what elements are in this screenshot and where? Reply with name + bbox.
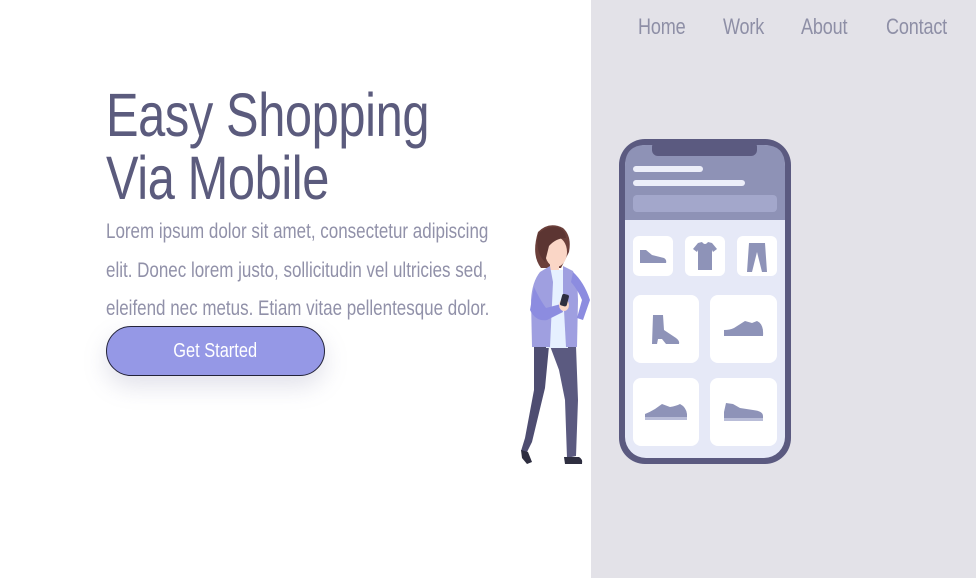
get-started-button[interactable]: Get Started [106, 326, 325, 376]
hero-title: Easy Shopping Via Mobile [106, 84, 429, 210]
shopping-illustration [521, 139, 791, 464]
hero-title-line-2: Via Mobile [106, 144, 329, 212]
hero-description-line-1: Lorem ipsum dolor sit amet, consectetur … [106, 219, 489, 243]
top-navigation: Home Work About Contact [591, 14, 976, 48]
smartphone-illustration [619, 139, 791, 464]
hero-description: Lorem ipsum dolor sit amet, consectetur … [106, 212, 533, 328]
nav-home-link[interactable]: Home [638, 14, 686, 40]
hero-description-line-3: eleifend nec metus. Etiam vitae pellente… [106, 296, 490, 321]
get-started-label: Get Started [173, 340, 258, 362]
hero-title-line-1: Easy Shopping [106, 81, 430, 149]
woman-with-phone-illustration [521, 225, 590, 464]
nav-contact-link[interactable]: Contact [886, 14, 947, 40]
nav-work-link[interactable]: Work [723, 14, 764, 40]
nav-about-link[interactable]: About [801, 14, 847, 40]
hero-description-line-2: elit. Donec lorem justo, sollicitudin ve… [106, 257, 488, 282]
